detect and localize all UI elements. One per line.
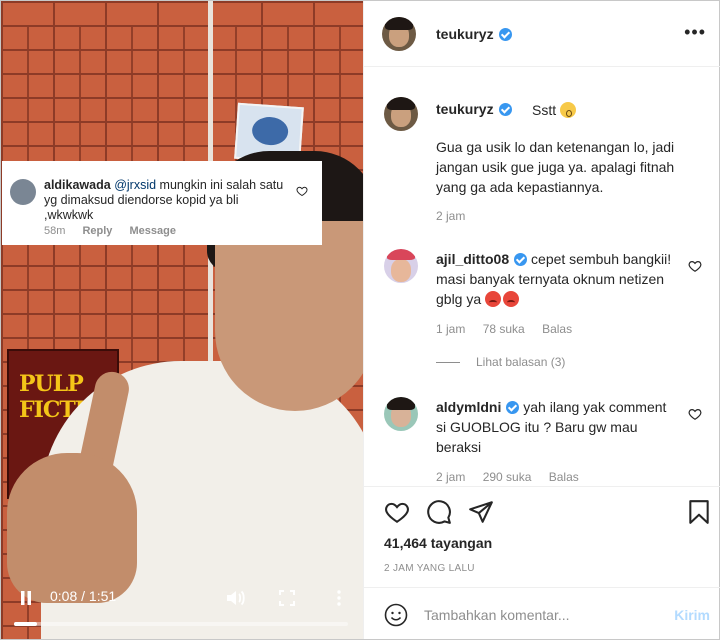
more-vertical-icon bbox=[337, 590, 341, 606]
comment-avatar[interactable] bbox=[384, 397, 418, 431]
avatar-hair bbox=[385, 17, 413, 30]
avatar-hat bbox=[387, 249, 415, 260]
avatar-face bbox=[390, 259, 412, 282]
overlay-comment-card: aldikawada @jrxsid mungkin ini salah sat… bbox=[2, 161, 322, 245]
surprised-emoji-icon bbox=[560, 102, 577, 118]
caption-time[interactable]: 2 jam bbox=[436, 209, 465, 223]
comment-time[interactable]: 2 jam bbox=[436, 470, 465, 484]
caption-avatar[interactable] bbox=[384, 97, 418, 131]
avatar-hair bbox=[387, 397, 415, 410]
comment-text: aldymldni yah ilang yak comment si GUOBL… bbox=[436, 397, 672, 457]
posted-time: 2 JAM YANG LALU bbox=[384, 563, 475, 574]
share-send-icon[interactable] bbox=[468, 499, 494, 525]
comment-bubble-icon[interactable] bbox=[426, 499, 452, 525]
caption-first-text: Sstt bbox=[532, 102, 557, 118]
comment-text: ajil_ditto08 cepet sembuh bangkii! masi … bbox=[436, 249, 672, 309]
like-heart-icon[interactable] bbox=[688, 259, 702, 273]
overlay-comment-message: Message bbox=[129, 225, 176, 237]
view-count[interactable]: 41,464 tayangan bbox=[384, 535, 492, 551]
like-heart-icon[interactable] bbox=[384, 499, 410, 525]
video-more-button[interactable] bbox=[332, 587, 346, 609]
caption-first-line: Sstt bbox=[532, 102, 578, 118]
video-time: 0:08 / 1:51 bbox=[50, 588, 116, 604]
caption-username-row[interactable]: teukuryz bbox=[436, 101, 512, 117]
comment-meta: 1 jam 78 suka Balas bbox=[436, 322, 586, 336]
angry-emoji-icon bbox=[485, 291, 502, 307]
caption-username[interactable]: teukuryz bbox=[436, 101, 494, 117]
view-replies-label[interactable]: Lihat balasan (3) bbox=[476, 355, 565, 369]
more-horizontal-icon[interactable]: ••• bbox=[684, 23, 706, 41]
header-avatar[interactable] bbox=[382, 17, 416, 51]
video-time-separator: / bbox=[77, 588, 89, 604]
comment-avatar[interactable] bbox=[384, 249, 418, 283]
like-heart-icon[interactable] bbox=[688, 407, 702, 421]
verified-badge-icon bbox=[514, 253, 528, 266]
fullscreen-button[interactable] bbox=[277, 587, 297, 609]
overlay-comment-text: aldikawada @jrxsid mungkin ini salah sat… bbox=[44, 178, 284, 223]
comment-reply-button[interactable]: Balas bbox=[542, 322, 572, 336]
replies-divider bbox=[436, 361, 460, 363]
add-comment-bar: Kirim bbox=[364, 587, 720, 639]
view-replies-button[interactable]: Lihat balasan (3) bbox=[436, 355, 565, 369]
verified-badge-icon bbox=[506, 401, 520, 414]
video-progress-bar[interactable] bbox=[14, 622, 348, 626]
pause-button[interactable] bbox=[16, 587, 36, 609]
comment-time[interactable]: 1 jam bbox=[436, 322, 465, 336]
volume-icon bbox=[227, 590, 245, 606]
post-actions: 41,464 tayangan 2 JAM YANG LALU bbox=[364, 486, 720, 586]
comment-meta: 2 jam 290 suka Balas bbox=[436, 470, 593, 484]
comment-reply-button[interactable]: Balas bbox=[549, 470, 579, 484]
avatar-hair bbox=[387, 97, 415, 110]
header-username[interactable]: teukuryz bbox=[436, 26, 494, 42]
pause-icon bbox=[21, 591, 31, 605]
post-comment-button[interactable]: Kirim bbox=[674, 607, 710, 623]
volume-button[interactable] bbox=[224, 587, 248, 609]
comment-likes[interactable]: 78 suka bbox=[483, 322, 525, 336]
overlay-comment-reply: Reply bbox=[82, 225, 113, 237]
fullscreen-icon bbox=[279, 590, 295, 606]
emoji-smile-icon[interactable] bbox=[384, 603, 408, 627]
caption-body: Gua ga usik lo dan ketenangan lo, jadi j… bbox=[436, 139, 675, 195]
post-sidebar: teukuryz ••• teukuryz Sstt Gua ga usik l… bbox=[363, 1, 720, 639]
verified-badge-icon bbox=[498, 28, 512, 41]
post-header: teukuryz ••• bbox=[364, 1, 720, 67]
overlay-comment-username: aldikawada bbox=[44, 178, 111, 192]
comment-input[interactable] bbox=[424, 604, 654, 626]
comment-likes[interactable]: 290 suka bbox=[483, 470, 532, 484]
angry-emoji-icon bbox=[503, 291, 520, 307]
comment-username[interactable]: aldymldni bbox=[436, 399, 501, 415]
overlay-heart-icon bbox=[296, 186, 308, 197]
overlay-comment-time: 58m bbox=[44, 225, 66, 237]
verified-badge-icon bbox=[498, 103, 512, 116]
video-current-time: 0:08 bbox=[50, 588, 78, 604]
video-controls: 0:08 / 1:51 bbox=[2, 579, 363, 639]
video-duration: 1:51 bbox=[88, 588, 117, 604]
header-username-row[interactable]: teukuryz bbox=[436, 26, 512, 42]
overlay-comment-avatar bbox=[10, 179, 36, 205]
overlay-comment-meta: 58m Reply Message bbox=[44, 225, 190, 237]
video-progress-fill bbox=[14, 622, 38, 626]
overlay-comment-mention: @jrxsid bbox=[114, 178, 157, 192]
video-player[interactable]: PULP FICTI aldikawada @jrxsid mungkin in… bbox=[1, 1, 363, 639]
comment-username[interactable]: ajil_ditto08 bbox=[436, 251, 509, 267]
bookmark-icon[interactable] bbox=[686, 499, 712, 525]
